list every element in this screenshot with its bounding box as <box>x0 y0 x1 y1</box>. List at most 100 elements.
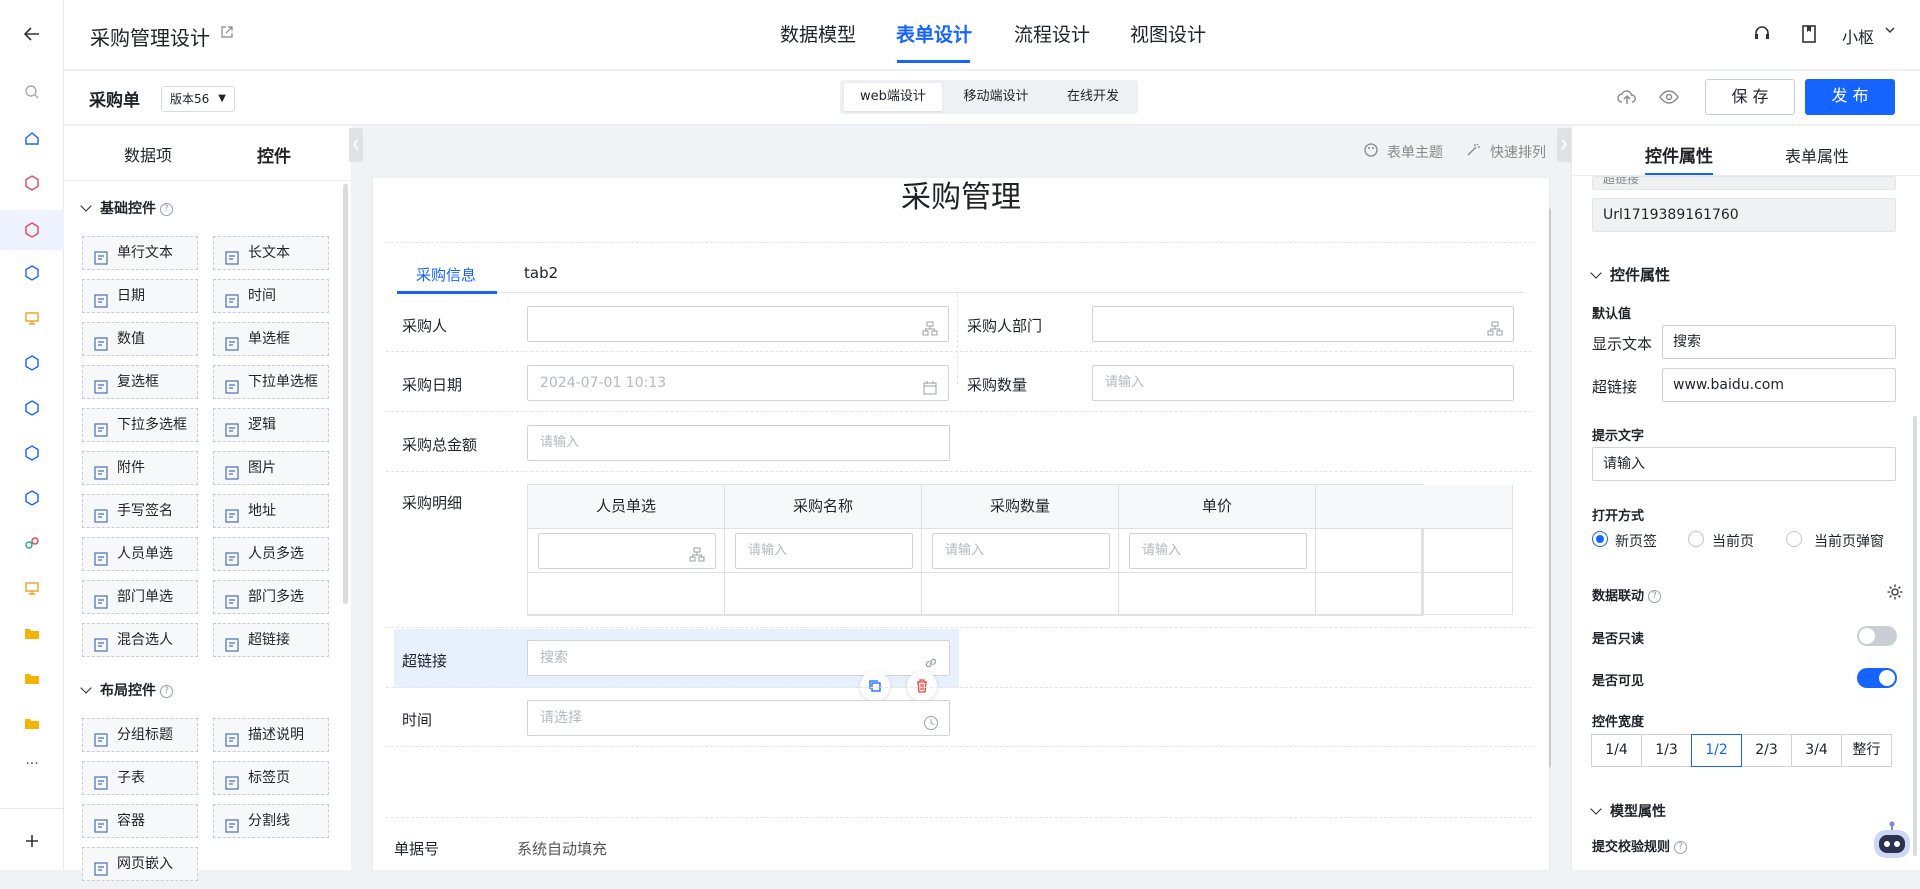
publish-button[interactable]: 发 布 <box>1805 79 1895 115</box>
mode-mobile[interactable]: 移动端设计 <box>944 83 1048 111</box>
field-label-input[interactable]: 超链接 <box>1592 176 1896 190</box>
total-amount-input[interactable]: 请输入 <box>527 425 950 461</box>
folder-icon[interactable] <box>20 711 44 735</box>
help-icon[interactable]: ? <box>160 684 173 698</box>
tab-controls[interactable]: 控件 <box>257 142 291 167</box>
chevron-down-icon[interactable] <box>1884 24 1896 40</box>
quick-arrange-button[interactable]: 快速排列 <box>1490 142 1546 162</box>
purchase-date-input[interactable]: 2024-07-01 10:13 <box>527 365 949 401</box>
tab-form-design[interactable]: 表单设计 <box>896 20 972 47</box>
control-item[interactable]: 单行文本 <box>82 236 198 270</box>
cube-icon[interactable] <box>20 441 44 465</box>
width-option-button[interactable]: 3/4 <box>1791 734 1842 767</box>
left-scrollbar[interactable] <box>343 184 348 604</box>
section-layout-controls[interactable]: 布局控件? <box>80 680 173 700</box>
headset-icon[interactable] <box>1752 24 1772 48</box>
control-item[interactable]: 日期 <box>82 279 198 313</box>
mode-web[interactable]: web端设计 <box>844 83 942 111</box>
cube-icon[interactable] <box>20 218 44 242</box>
palette-icon[interactable] <box>1363 142 1379 162</box>
gear-icon[interactable] <box>1886 583 1904 605</box>
control-item[interactable]: 数值 <box>82 322 198 356</box>
search-icon[interactable] <box>20 80 44 104</box>
control-item[interactable]: 描述说明 <box>213 718 329 752</box>
help-icon[interactable]: ? <box>1674 841 1688 854</box>
width-option-button[interactable]: 1/4 <box>1591 734 1642 767</box>
control-item[interactable]: 网页嵌入 <box>82 847 198 881</box>
book-icon[interactable] <box>1800 24 1818 48</box>
control-item[interactable]: 部门多选 <box>213 580 329 614</box>
tab-data-items[interactable]: 数据项 <box>124 142 172 166</box>
subtable-cell-input[interactable] <box>538 533 716 569</box>
copy-icon[interactable] <box>860 671 890 701</box>
external-link-icon[interactable] <box>220 25 234 43</box>
cloud-upload-icon[interactable] <box>1617 88 1637 110</box>
tab-control-props[interactable]: 控件属性 <box>1645 142 1713 167</box>
tab-2[interactable]: tab2 <box>524 264 558 282</box>
mode-online-dev[interactable]: 在线开发 <box>1050 83 1136 111</box>
control-props-section[interactable]: 控件属性 <box>1590 264 1670 285</box>
control-item[interactable]: 图片 <box>213 451 329 485</box>
monitor-icon[interactable] <box>20 306 44 330</box>
home-icon[interactable] <box>20 126 44 150</box>
tab-flow-design[interactable]: 流程设计 <box>1014 20 1090 47</box>
control-item[interactable]: 人员多选 <box>213 537 329 571</box>
more-icon[interactable]: ··· <box>20 752 44 776</box>
control-item[interactable]: 手写签名 <box>82 494 198 528</box>
control-item[interactable]: 标签页 <box>213 761 329 795</box>
control-item[interactable]: 单选框 <box>213 322 329 356</box>
time-input[interactable]: 请选择 <box>527 700 950 736</box>
tab-view-design[interactable]: 视图设计 <box>1130 20 1206 47</box>
buyer-input[interactable] <box>527 306 949 342</box>
readonly-toggle[interactable] <box>1857 626 1897 646</box>
control-item[interactable]: 复选框 <box>82 365 198 399</box>
tab-data-model[interactable]: 数据模型 <box>780 20 856 47</box>
cube-icon[interactable] <box>20 351 44 375</box>
magic-wand-icon[interactable] <box>1465 142 1481 162</box>
cube-icon[interactable] <box>20 261 44 285</box>
control-item[interactable]: 逻辑 <box>213 408 329 442</box>
cube-icon[interactable] <box>20 396 44 420</box>
subtable-cell-input[interactable]: 请输入 <box>1129 533 1307 569</box>
subtable-cell-input[interactable]: 请输入 <box>735 533 913 569</box>
cube-icon[interactable] <box>20 171 44 195</box>
radio-new-tab[interactable] <box>1592 531 1608 547</box>
width-option-button[interactable]: 1/2 <box>1691 734 1742 767</box>
version-select[interactable]: 版本56 ▼ <box>161 86 235 112</box>
control-item[interactable]: 人员单选 <box>82 537 198 571</box>
control-item[interactable]: 混合选人 <box>82 623 198 657</box>
folder-icon[interactable] <box>20 621 44 645</box>
buyer-dept-input[interactable] <box>1092 306 1514 342</box>
theme-button[interactable]: 表单主题 <box>1387 142 1443 162</box>
control-item[interactable]: 容器 <box>82 804 198 838</box>
visible-toggle[interactable] <box>1857 668 1897 688</box>
display-text-input[interactable]: 搜索 <box>1662 325 1896 359</box>
plus-icon[interactable] <box>20 829 44 853</box>
help-icon[interactable]: ? <box>1648 590 1662 603</box>
open-mode-current-page[interactable]: 当前页 <box>1712 531 1754 551</box>
control-item[interactable]: 时间 <box>213 279 329 313</box>
collapse-left-icon[interactable]: ❮ <box>349 128 363 162</box>
radio-current-page-dialog[interactable] <box>1786 531 1802 547</box>
link-icon[interactable] <box>20 531 44 555</box>
hyperlink-input[interactable]: 搜索 <box>527 640 950 676</box>
width-option-button[interactable]: 1/3 <box>1641 734 1692 767</box>
eye-icon[interactable] <box>1659 88 1679 110</box>
control-item[interactable]: 超链接 <box>213 623 329 657</box>
width-option-button[interactable]: 2/3 <box>1741 734 1792 767</box>
folder-icon[interactable] <box>20 666 44 690</box>
assistant-robot-icon[interactable] <box>1870 820 1914 864</box>
hyperlink-url-input[interactable]: www.baidu.com <box>1662 368 1896 402</box>
purchase-qty-input[interactable]: 请输入 <box>1092 365 1514 401</box>
collapse-right-icon[interactable]: ❯ <box>1557 128 1571 162</box>
tab-purchase-info[interactable]: 采购信息 <box>416 264 476 285</box>
section-basic-controls[interactable]: 基础控件? <box>80 198 173 218</box>
monitor-icon[interactable] <box>20 576 44 600</box>
control-item[interactable]: 长文本 <box>213 236 329 270</box>
width-option-button[interactable]: 整行 <box>1841 734 1892 767</box>
model-props-section[interactable]: 模型属性 <box>1590 801 1666 821</box>
back-arrow-icon[interactable] <box>20 22 44 46</box>
user-name[interactable]: 小枢 <box>1842 24 1874 48</box>
control-item[interactable]: 附件 <box>82 451 198 485</box>
control-item[interactable]: 地址 <box>213 494 329 528</box>
